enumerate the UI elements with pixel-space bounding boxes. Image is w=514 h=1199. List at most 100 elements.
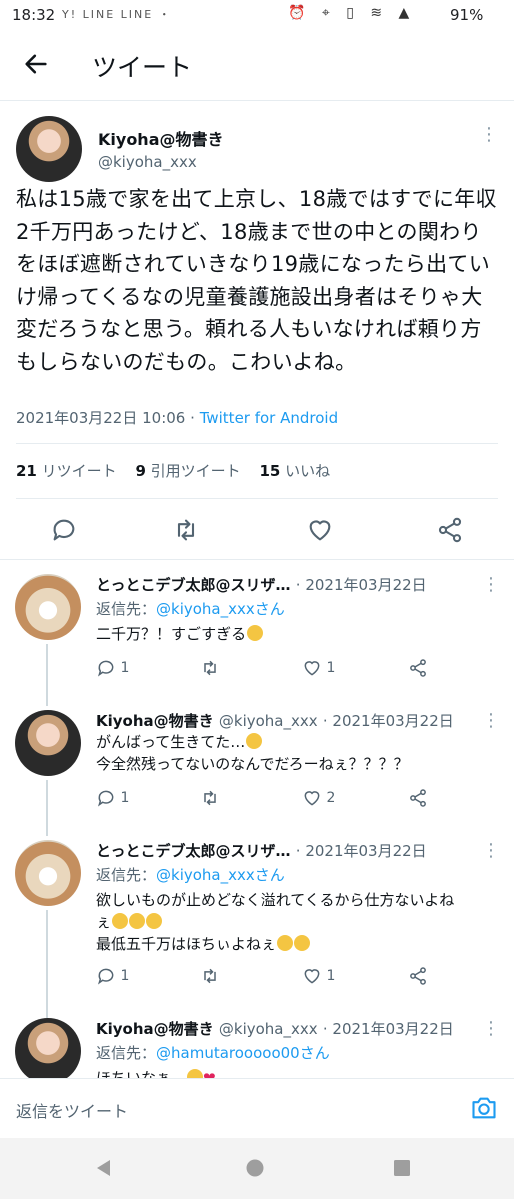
author-avatar[interactable] bbox=[16, 116, 82, 182]
retweet-icon[interactable] bbox=[200, 658, 220, 678]
reply-date: · 2021年03月22日 bbox=[295, 842, 427, 860]
reply-tweet[interactable]: Kiyoha@物書き @kiyoha_xxx · 2021年03月22日 ⋮ 返… bbox=[0, 1018, 514, 1078]
quotes-label[interactable]: 引用ツイート bbox=[151, 462, 241, 480]
quotes-count[interactable]: 9 bbox=[135, 462, 145, 480]
reply-text: 欲しいものが止めどなく溢れてくるから仕方ないよね ぇ 最低五千万はほちぃよねぇ bbox=[96, 891, 455, 953]
divider bbox=[0, 559, 514, 560]
smirk-emoji bbox=[146, 913, 163, 929]
smirk-emoji bbox=[129, 913, 146, 929]
heart-icon[interactable] bbox=[302, 788, 322, 808]
reply-actions: 1 1 bbox=[96, 966, 436, 988]
system-nav-bar bbox=[0, 1138, 514, 1199]
kebab-icon[interactable]: ⋮ bbox=[482, 1020, 500, 1038]
battery-level: 91% bbox=[450, 6, 484, 24]
retweet-icon[interactable] bbox=[200, 788, 220, 808]
reply-text: がんばって生きてた… 今全然残ってないのなんでだろーねぇ？？？？ bbox=[96, 733, 409, 773]
reply-composer[interactable]: 返信をツイート bbox=[0, 1078, 514, 1137]
camera-icon[interactable] bbox=[470, 1095, 498, 1121]
share-icon[interactable] bbox=[408, 788, 428, 808]
reply-to-link[interactable]: @kiyoha_xxxさん bbox=[156, 866, 285, 884]
retweet-icon[interactable] bbox=[200, 966, 220, 986]
page-title: ツイート bbox=[92, 53, 193, 82]
likes-count[interactable]: 15 bbox=[259, 462, 280, 480]
tweet-stats: 21 リツイート 9 引用ツイート 15 いいね bbox=[16, 460, 330, 481]
reply-comment[interactable]: 1 bbox=[96, 966, 129, 986]
reply-share[interactable] bbox=[408, 658, 428, 678]
reply-author[interactable]: Kiyoha@物書き @kiyoha_xxx · 2021年03月22日 bbox=[96, 1018, 454, 1039]
reply-date: · 2021年03月22日 bbox=[322, 1020, 454, 1038]
reply-to: 返信先：@kiyoha_xxxさん bbox=[96, 600, 285, 618]
reply-share[interactable] bbox=[408, 966, 428, 986]
heart-icon[interactable] bbox=[306, 516, 334, 544]
kebab-icon[interactable]: ⋮ bbox=[482, 576, 500, 594]
smirk-emoji bbox=[277, 935, 294, 951]
reply-avatar[interactable] bbox=[15, 574, 81, 640]
reply-author[interactable]: とっとこデブ太郎@スリザ… · 2021年03月22日 bbox=[96, 574, 427, 595]
reply-tweet[interactable]: Kiyoha@物書き @kiyoha_xxx · 2021年03月22日 ⋮ が… bbox=[0, 710, 514, 836]
reply-like[interactable]: 2 bbox=[302, 788, 335, 808]
retweets-label[interactable]: リツイート bbox=[42, 462, 117, 480]
kebab-icon[interactable]: ⋮ bbox=[482, 842, 500, 860]
smirk-emoji bbox=[246, 733, 263, 749]
square-recents-icon[interactable] bbox=[393, 1159, 411, 1177]
tweet-text: 私は15歳で家を出て上京し、18歳ではすでに年収2千万円あったけど、18歳まで世… bbox=[16, 187, 497, 374]
author-name[interactable]: Kiyoha@物書き bbox=[98, 126, 224, 150]
notification-icons: Y! LINE LINE ・ bbox=[62, 8, 172, 21]
reply-like[interactable]: 1 bbox=[302, 658, 335, 678]
heart-icon[interactable] bbox=[302, 966, 322, 986]
reply-like[interactable]: 1 bbox=[302, 966, 335, 986]
app-bar: ツイート bbox=[0, 30, 514, 101]
tweet-client[interactable]: Twitter for Android bbox=[200, 409, 338, 427]
reply-to: 返信先：@kiyoha_xxxさん bbox=[96, 866, 285, 884]
retweets-count[interactable]: 21 bbox=[16, 462, 37, 480]
reply-share[interactable] bbox=[408, 788, 428, 808]
reply-author[interactable]: Kiyoha@物書き @kiyoha_xxx · 2021年03月22日 bbox=[96, 710, 454, 731]
heart-icon[interactable] bbox=[302, 658, 322, 678]
reply-tweet[interactable]: とっとこデブ太郎@スリザ… · 2021年03月22日 ⋮ 返信先：@kiyoh… bbox=[0, 840, 514, 1012]
reply-comment[interactable]: 1 bbox=[96, 658, 129, 678]
reply-text: 二千万？！すごすぎる bbox=[96, 623, 496, 645]
reply-avatar[interactable] bbox=[15, 840, 81, 906]
likes-label[interactable]: いいね bbox=[285, 462, 330, 480]
reply-author[interactable]: とっとこデブ太郎@スリザ… · 2021年03月22日 bbox=[96, 840, 427, 861]
reply-avatar[interactable] bbox=[15, 1018, 81, 1078]
comment-icon[interactable] bbox=[96, 966, 116, 986]
smirk-emoji bbox=[112, 913, 129, 929]
reply-retweet[interactable] bbox=[200, 658, 220, 678]
smirk-emoji bbox=[247, 625, 264, 641]
author-handle[interactable]: @kiyoha_xxx bbox=[98, 153, 197, 171]
share-icon[interactable] bbox=[408, 966, 428, 986]
tweet-actions bbox=[0, 508, 514, 556]
tweet-date: 2021年03月22日 10:06 bbox=[16, 409, 186, 427]
reply-input[interactable]: 返信をツイート bbox=[16, 1098, 128, 1122]
reply-actions: 1 1 bbox=[96, 658, 436, 680]
reply-text: ほちいなぁ… ❤ bbox=[96, 1067, 496, 1078]
tweet-meta: 2021年03月22日 10:06 · Twitter for Android bbox=[16, 407, 338, 428]
smirk-emoji bbox=[294, 935, 311, 951]
circle-home-icon[interactable] bbox=[245, 1158, 265, 1178]
comment-icon[interactable] bbox=[50, 516, 78, 544]
kebab-icon[interactable]: ⋮ bbox=[482, 712, 500, 730]
share-icon[interactable] bbox=[408, 658, 428, 678]
reply-avatar[interactable] bbox=[15, 710, 81, 776]
meta-separator: · bbox=[190, 409, 195, 427]
reply-to-link[interactable]: @kiyoha_xxxさん bbox=[156, 600, 285, 618]
arrow-left-icon[interactable] bbox=[22, 50, 50, 78]
comment-icon[interactable] bbox=[96, 658, 116, 678]
comment-icon[interactable] bbox=[96, 788, 116, 808]
reply-comment[interactable]: 1 bbox=[96, 788, 129, 808]
retweet-icon[interactable] bbox=[172, 516, 200, 544]
status-bar: 18:32 Y! LINE LINE ・ ⏰ ⌖ ▯ ≋ ▲ 91% bbox=[0, 0, 514, 30]
divider bbox=[16, 498, 498, 499]
reply-to-link[interactable]: @hamutarooooo00さん bbox=[156, 1044, 330, 1062]
reply-actions: 1 2 bbox=[96, 788, 436, 810]
heart-emoji: ❤ bbox=[203, 1069, 216, 1078]
reply-retweet[interactable] bbox=[200, 788, 220, 808]
reply-tweet[interactable]: とっとこデブ太郎@スリザ… · 2021年03月22日 ⋮ 返信先：@kiyoh… bbox=[0, 574, 514, 704]
kebab-icon[interactable]: ⋮ bbox=[480, 126, 498, 144]
share-icon[interactable] bbox=[436, 516, 464, 544]
system-icons: ⏰ ⌖ ▯ ≋ ▲ bbox=[288, 5, 416, 21]
reply-retweet[interactable] bbox=[200, 966, 220, 986]
triangle-back-icon[interactable] bbox=[94, 1158, 114, 1178]
smirk-emoji bbox=[187, 1069, 204, 1078]
